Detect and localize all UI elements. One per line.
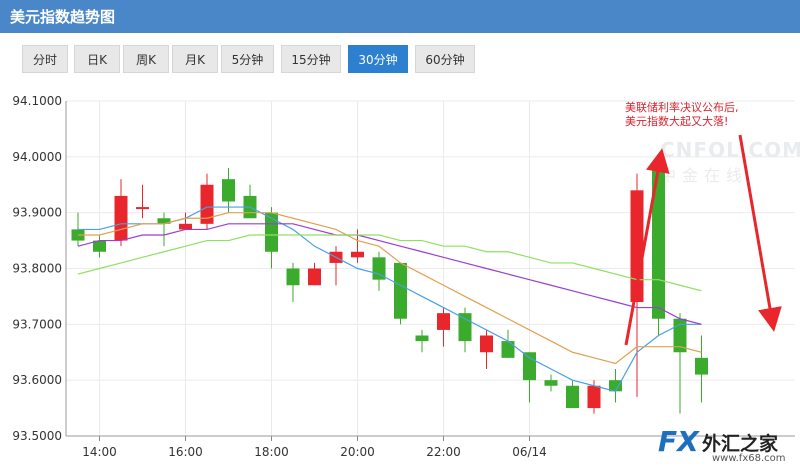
- candle-body: [222, 179, 235, 202]
- x-tick-label: 18:00: [254, 445, 289, 459]
- candle-body: [587, 385, 601, 409]
- candle: [286, 262, 300, 302]
- candle: [93, 235, 106, 258]
- logo-fx: FX: [658, 425, 699, 458]
- x-tick-label: 22:00: [426, 445, 461, 459]
- candle-body: [308, 268, 321, 286]
- candle-body: [523, 352, 536, 381]
- y-tick-label: 93.5000: [12, 429, 62, 443]
- candle: [544, 374, 558, 392]
- y-axis: 93.5000 93.6000 93.7000 93.8000 93.9000 94.00…: [12, 94, 67, 443]
- annotation-line-1: 美联储利率决议公布后,: [625, 101, 739, 114]
- candle: [415, 329, 429, 353]
- fx68-logo: FX 外汇之家 www.fx68.com: [650, 425, 800, 471]
- candle: [458, 307, 472, 353]
- candle-body: [136, 207, 149, 210]
- candle: [609, 369, 622, 403]
- candle-body: [501, 341, 515, 358]
- candle-body: [114, 195, 128, 241]
- arrow-down: [738, 134, 782, 332]
- candlestick-chart: 93.5000 93.6000 93.7000 93.8000 93.9000 94.00…: [12, 94, 795, 459]
- candle: [114, 179, 128, 247]
- grid: [66, 100, 795, 437]
- candle: [480, 329, 493, 369]
- candle: [695, 335, 708, 403]
- annotation-text: 美联储利率决议公布后, 美元指数大起又大落!: [625, 101, 739, 129]
- candle-body: [437, 313, 450, 330]
- x-tick-label: 14:00: [82, 445, 117, 459]
- candle: [222, 168, 235, 213]
- candle-body: [394, 262, 407, 319]
- y-tick-label: 94.1000: [12, 94, 62, 108]
- candle-body: [179, 223, 192, 230]
- annotation-arrows: [624, 134, 782, 346]
- y-tick-label: 93.9000: [12, 206, 62, 220]
- candle: [394, 262, 407, 325]
- candle: [652, 156, 665, 336]
- y-tick-label: 93.8000: [12, 262, 62, 276]
- candle-body: [695, 357, 708, 375]
- candle: [308, 262, 321, 286]
- y-tick-label: 94.0000: [12, 150, 62, 164]
- x-tick-label: 16:00: [168, 445, 203, 459]
- candles: [71, 156, 708, 414]
- candle-body: [566, 385, 579, 409]
- ma-lines: [77, 206, 702, 393]
- logo-name: 外汇之家: [702, 433, 779, 455]
- candle: [157, 212, 171, 247]
- candle-body: [458, 313, 472, 342]
- candle-body: [351, 251, 364, 258]
- candle-body: [286, 268, 300, 286]
- y-tick-label: 93.6000: [12, 373, 62, 387]
- candle: [136, 184, 149, 219]
- candle-body: [544, 380, 558, 386]
- candle: [179, 212, 192, 230]
- candle: [200, 173, 214, 230]
- candle: [673, 313, 687, 414]
- candle: [566, 380, 579, 409]
- y-tick-label: 93.7000: [12, 317, 62, 331]
- ma-line-ma10: [78, 212, 702, 365]
- logo-url: www.fx68.com: [712, 453, 786, 464]
- candle-body: [480, 335, 493, 353]
- ma-line-ma20: [77, 223, 702, 325]
- candle: [437, 307, 450, 347]
- annotation-line-2: 美元指数大起又大落!: [625, 115, 729, 128]
- x-tick-label: 20:00: [340, 445, 375, 459]
- candle-body: [415, 335, 429, 342]
- candle: [329, 246, 343, 286]
- candle: [372, 251, 386, 291]
- x-tick-label: 06/14: [512, 445, 547, 459]
- ma-line-ma5: [78, 206, 702, 393]
